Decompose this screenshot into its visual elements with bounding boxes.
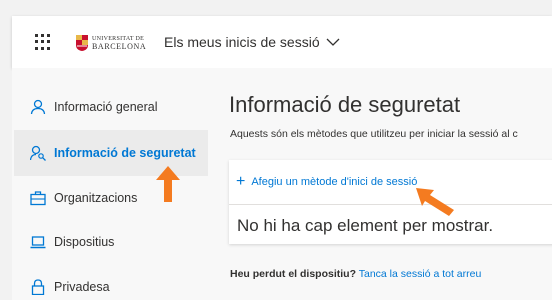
briefcase-icon <box>30 191 46 206</box>
annotation-arrow-diagonal-icon <box>416 188 454 216</box>
app-launcher-icon[interactable] <box>35 34 51 50</box>
sidebar-item-label: Privadesa <box>54 280 110 294</box>
logo-text-line2: BARCELONA <box>92 41 147 51</box>
sidebar-item-privacy[interactable]: Privadesa <box>14 264 210 300</box>
chevron-down-icon <box>326 38 340 46</box>
sign-out-everywhere-link[interactable]: Tanca la sessió a tot arreu <box>359 268 482 280</box>
top-bar: UNIVERSITAT DE BARCELONA Els meus inicis… <box>12 16 552 68</box>
lost-device-row: Heu perdut el dispositiu? Tanca la sessi… <box>230 268 481 280</box>
university-logo[interactable]: UNIVERSITAT DE BARCELONA <box>76 33 146 53</box>
page-subtitle: Aquests són els mètodes que utilitzeu pe… <box>230 128 518 140</box>
app-title: Els meus inicis de sessió <box>164 34 320 50</box>
sidebar-item-label: Dispositius <box>54 235 115 249</box>
sidebar-item-overview[interactable]: Informació general <box>14 84 210 130</box>
annotation-arrow-up-icon <box>156 166 180 202</box>
lost-device-question: Heu perdut el dispositiu? <box>230 268 357 280</box>
person-icon <box>30 99 46 115</box>
add-method-label: Afegiu un mètode d'inici de sessió <box>251 176 418 188</box>
lock-icon <box>31 279 45 295</box>
sidebar-item-label: Informació de seguretat <box>54 146 196 160</box>
logo-text-line1: UNIVERSITAT DE <box>92 35 145 42</box>
sidebar-item-devices[interactable]: Dispositius <box>14 219 210 265</box>
sidebar-item-label: Organitzacions <box>54 191 138 205</box>
empty-state-message: No hi ha cap element per mostrar. <box>237 216 494 235</box>
laptop-icon <box>30 236 46 249</box>
app-title-menu[interactable]: Els meus inicis de sessió <box>164 34 340 50</box>
add-method-link[interactable]: + Afegiu un mètode d'inici de sessió <box>236 174 417 190</box>
sidebar-item-label: Informació general <box>54 100 158 114</box>
security-info-icon <box>30 145 46 161</box>
divider <box>229 204 552 205</box>
plus-icon: + <box>236 173 246 190</box>
sidebar-item-organizations[interactable]: Organitzacions <box>14 175 210 221</box>
page-title: Informació de seguretat <box>229 92 461 117</box>
crest-icon <box>76 35 88 51</box>
